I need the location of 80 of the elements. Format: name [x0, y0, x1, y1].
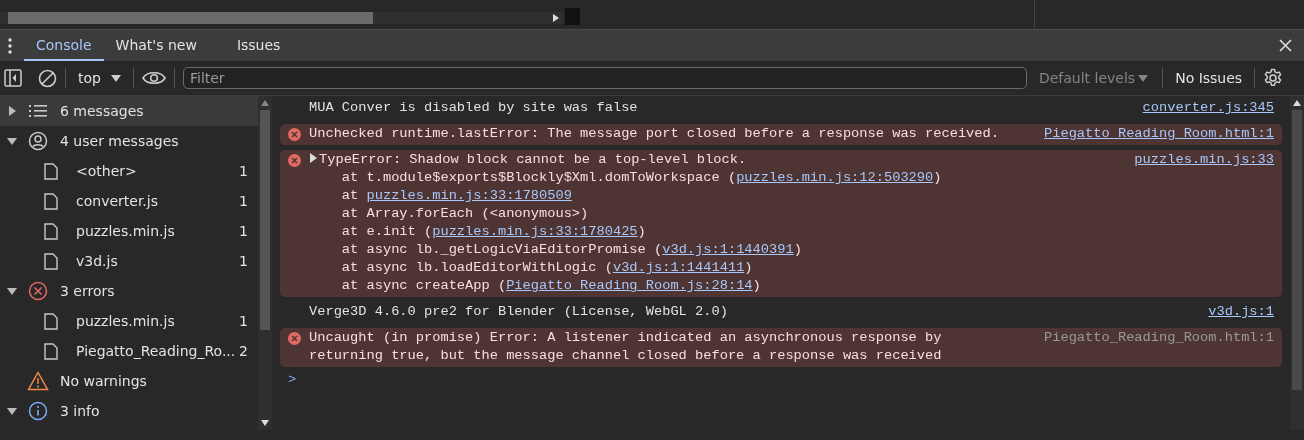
file-icon [44, 222, 58, 240]
message-text: TypeError: Shadow block cannot be a top-level block. [309, 151, 1123, 169]
expanded-arrow-icon[interactable] [7, 407, 17, 415]
more-options-icon[interactable] [8, 37, 12, 54]
stack-trace-line: at e.init (puzzles.min.js:33:1780425) [340, 223, 647, 241]
list-icon [28, 104, 48, 118]
horizontal-scrollbar[interactable] [0, 12, 563, 24]
info-icon [28, 401, 48, 421]
sidebar-item[interactable]: 4 user messages [0, 126, 258, 156]
source-link[interactable]: v3d.js:1:1440391 [662, 242, 794, 257]
source-link[interactable]: puzzles.min.js:33:1780509 [366, 188, 572, 203]
collapsed-arrow-icon[interactable] [8, 106, 16, 116]
caret-icon [110, 74, 121, 82]
sidebar-item[interactable]: 3 errors [0, 276, 258, 306]
sidebar-file-item[interactable]: v3d.js 1 [0, 246, 258, 276]
source-link[interactable]: v3d.js:1 [1208, 303, 1274, 321]
sidebar-file-item[interactable]: puzzles.min.js 1 [0, 306, 258, 336]
tab[interactable]: Issues [224, 30, 293, 61]
clear-icon[interactable] [38, 68, 57, 88]
source-link[interactable]: Piegatto_Reading_Room.html:1 [1044, 125, 1274, 143]
sidebar-item[interactable]: No warnings [0, 366, 258, 396]
sidebar-label: 4 user messages [60, 133, 179, 149]
sidebar-file-item[interactable]: Piegatto_Reading_Ro... 2 [0, 336, 258, 366]
source-link[interactable]: converter.js:345 [1142, 99, 1274, 117]
stack-trace-line: at async lb.loadEditorWithLogic (v3d.js:1:1441411) [340, 259, 754, 277]
error-icon [288, 332, 301, 345]
close-icon[interactable] [1279, 39, 1292, 52]
source-link[interactable]: Piegatto_Reading_Room.js:28:14 [506, 278, 753, 293]
source-link[interactable]: puzzles.min.js:33:1780425 [432, 224, 638, 239]
message-text: Unchecked runtime.lastError: The message port closed before a response was received. [309, 125, 1000, 143]
stack-trace-line: at Array.forEach (<anonymous>) [340, 205, 590, 223]
scroll-up-arrow-icon[interactable] [1293, 100, 1301, 106]
sidebar-label: No warnings [60, 373, 147, 389]
sidebar-file-item[interactable]: puzzles.min.js 1 [0, 216, 258, 246]
source-link[interactable]: v3d.js:1:1441411 [612, 260, 745, 275]
file-icon [44, 342, 58, 360]
stack-trace-line: at async createApp (Piegatto_Reading_Room.js:28:14) [340, 277, 762, 295]
issues-count[interactable]: No Issues [1175, 70, 1243, 86]
scroll-right-arrow-icon[interactable] [553, 14, 559, 22]
file-icon [44, 162, 58, 180]
prompt-caret[interactable]: > [280, 372, 1282, 387]
warning-icon [27, 371, 49, 391]
sidebar-toggle-icon[interactable] [4, 69, 22, 87]
error-icon [28, 281, 48, 301]
error-icon [288, 154, 301, 167]
filter-field[interactable]: Filter [182, 67, 1027, 89]
context-dropdown[interactable]: top [74, 70, 125, 86]
source-label: Piegatto_Reading_Room.html:1 [1044, 329, 1274, 347]
sidebar-item[interactable]: 6 messages [0, 96, 258, 126]
file-icon [44, 312, 58, 330]
sidebar-label: 6 messages [60, 103, 144, 119]
message-text: Verge3D 4.6.0 pre2 for Blender (License, WebGL 2.0) [309, 303, 729, 321]
tab[interactable]: Console [24, 30, 104, 61]
eye-icon[interactable] [141, 70, 166, 86]
message-text: Uncaught (in promise) Error: A listener indicated an asynchronous response by [309, 329, 943, 347]
sidebar-file-item[interactable]: converter.js 1 [0, 186, 258, 216]
sidebar-item[interactable]: 3 info [0, 396, 258, 426]
stack-trace-line: at async lb._getLogicViaEditorPromise (v3d.js:1:1440391) [340, 241, 803, 259]
scroll-down-arrow-icon[interactable] [261, 420, 269, 426]
expanded-arrow-icon[interactable] [7, 287, 17, 295]
settings-icon[interactable] [1263, 68, 1284, 88]
source-link[interactable]: puzzles.min.js:33 [1134, 151, 1274, 295]
stack-trace-line: at puzzles.min.js:33:1780509 [340, 187, 573, 205]
console-scrollbar[interactable] [1290, 96, 1304, 430]
caret-icon [1138, 74, 1149, 82]
sidebar-file-item[interactable]: <other> 1 [0, 156, 258, 186]
stack-trace-line: returning true, but the message channel closed before a response was received [309, 347, 943, 365]
sidebar-label: 3 errors [60, 283, 115, 299]
source-link[interactable]: puzzles.min.js:12:503290 [736, 170, 934, 185]
user-icon [28, 131, 48, 151]
sidebar-label: 3 info [60, 403, 100, 419]
sidebar-scrollbar[interactable] [258, 96, 272, 430]
expand-arrow-icon[interactable] [309, 153, 318, 163]
file-icon [44, 252, 58, 270]
tab[interactable]: What's new [103, 30, 209, 61]
message-text: MUA Conver is disabled by site was false [309, 99, 639, 117]
error-icon [288, 128, 301, 141]
expanded-arrow-icon[interactable] [7, 137, 17, 145]
stack-trace-line: at t.module$exports$Blockly$Xml.domToWorkspace (puzzles.min.js:12:503290) [340, 169, 943, 187]
file-icon [44, 192, 58, 210]
